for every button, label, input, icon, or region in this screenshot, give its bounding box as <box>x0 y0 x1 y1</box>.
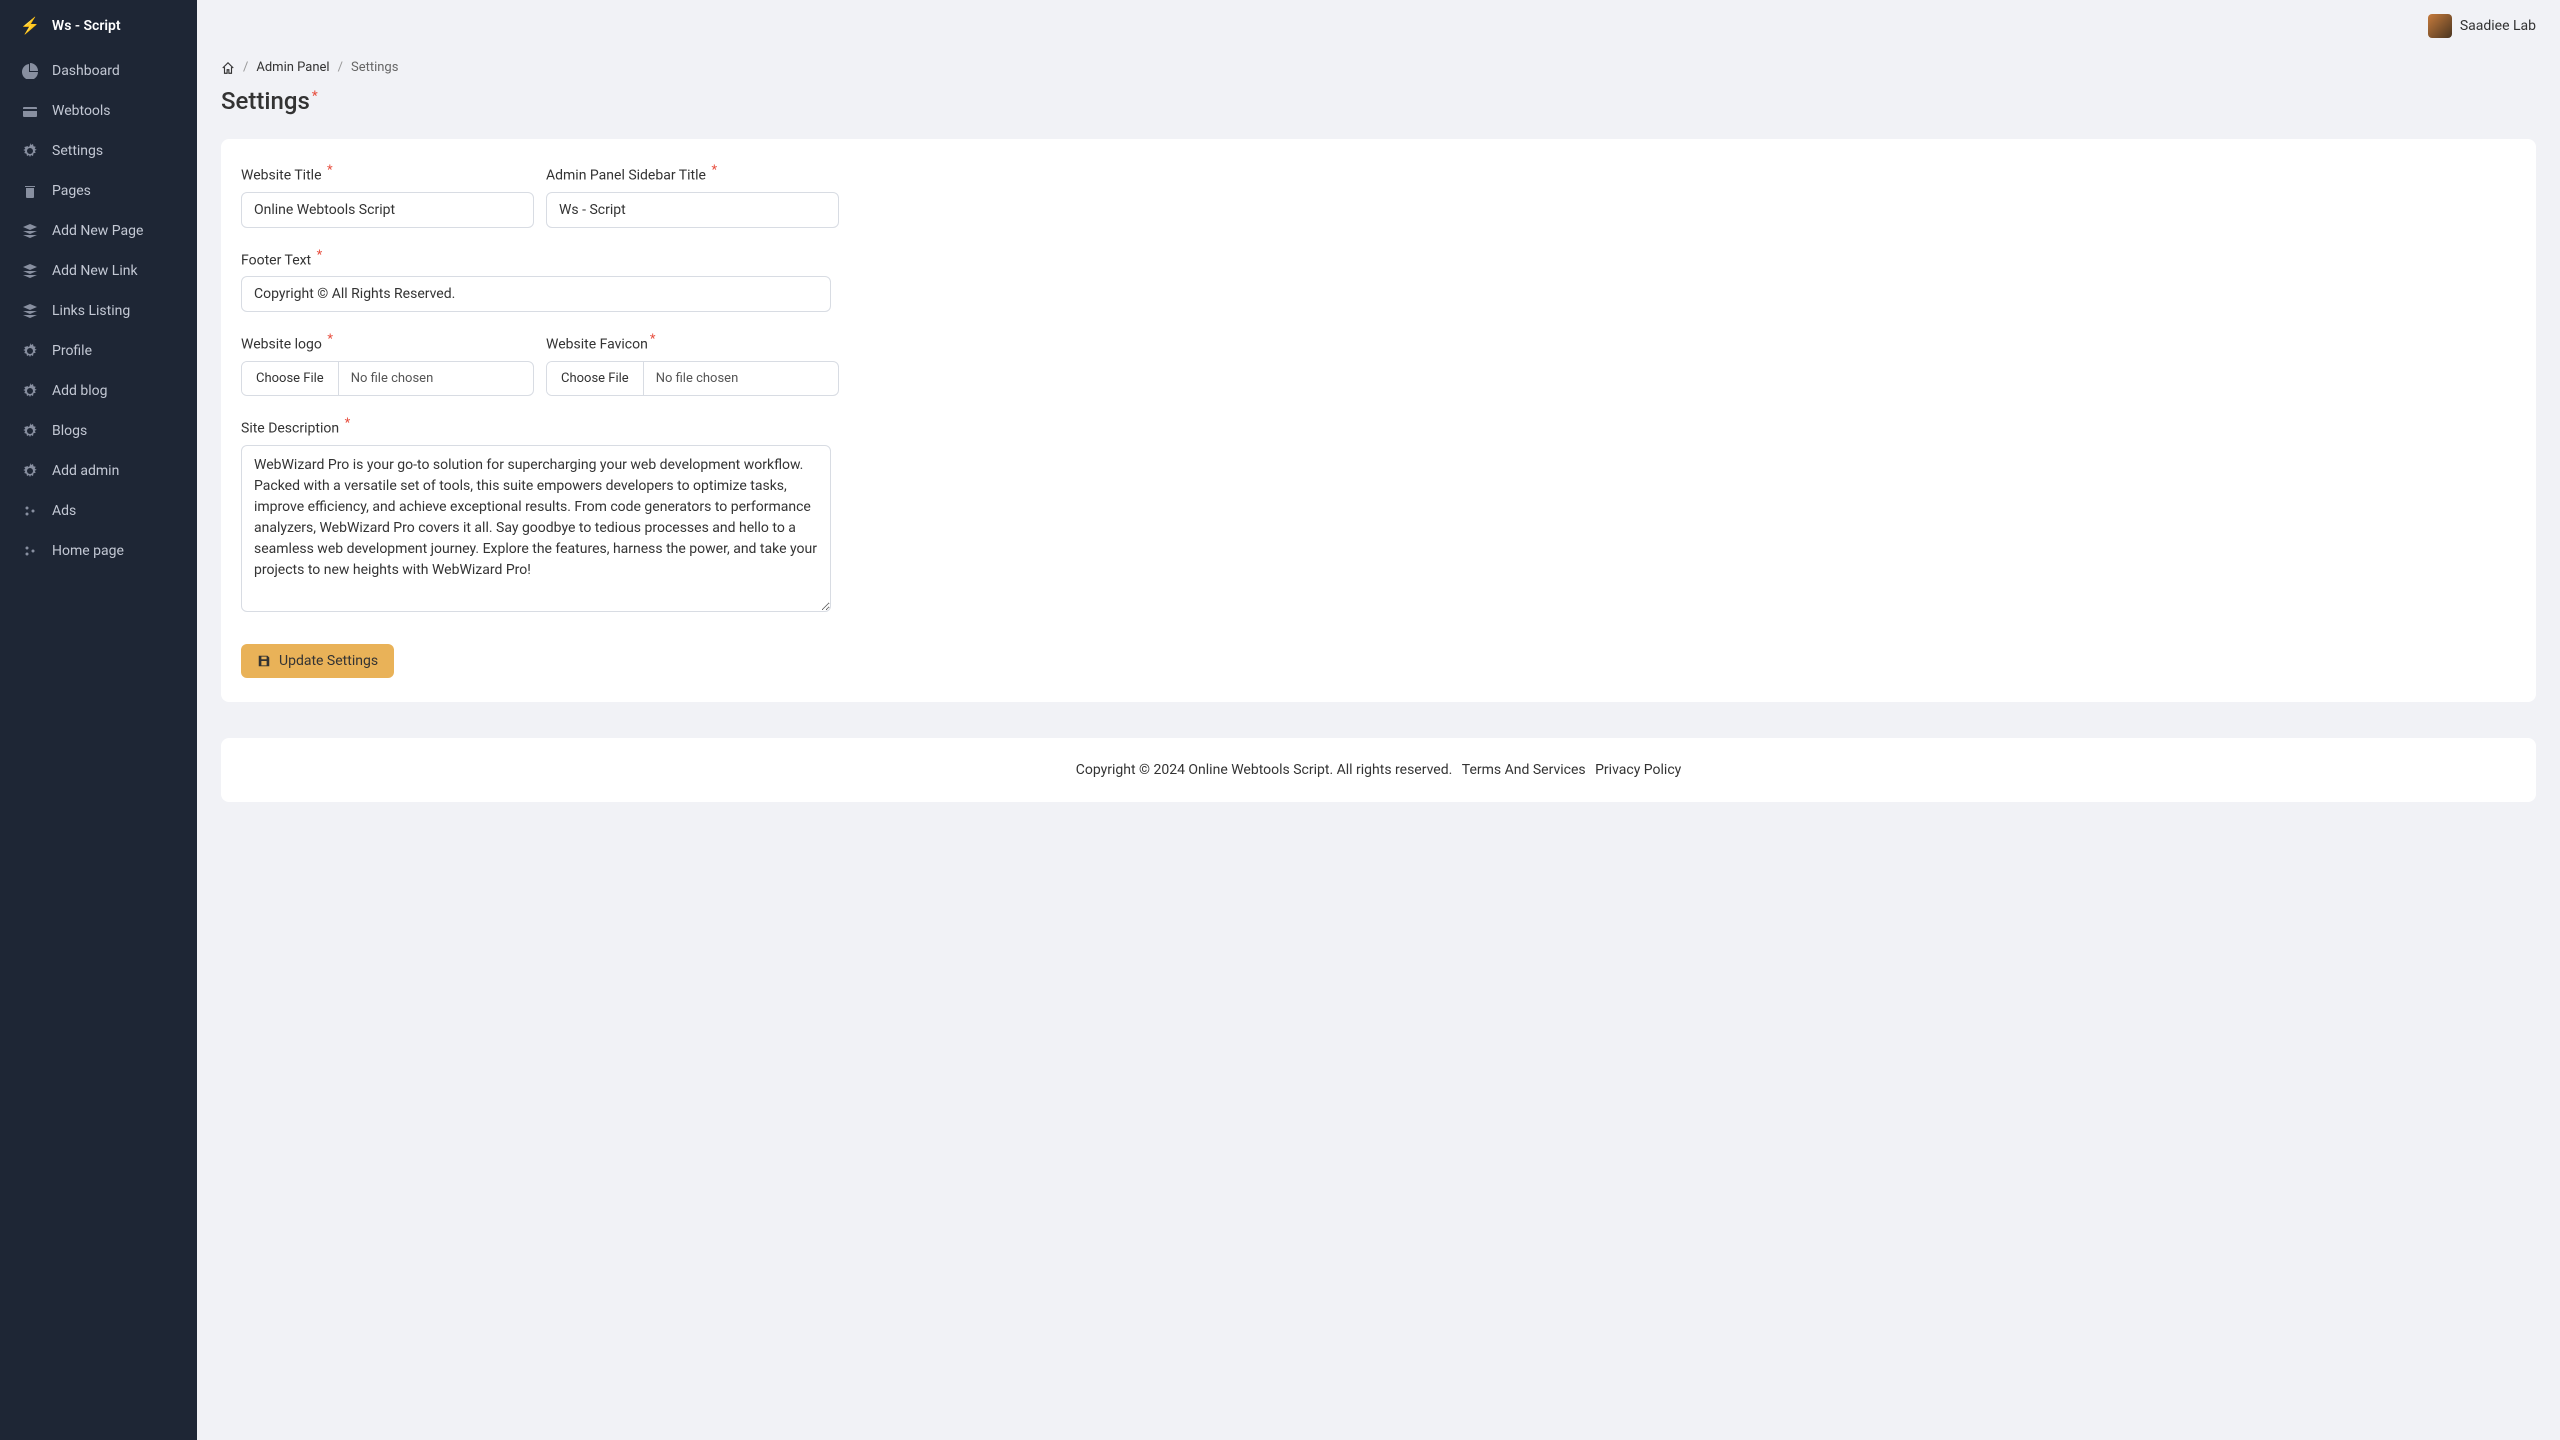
footer: Copyright © 2024 Online Webtools Script.… <box>221 738 2536 802</box>
sidebar-logo[interactable]: ⚡ Ws - Script <box>0 0 197 51</box>
breadcrumb-sep: / <box>338 60 343 75</box>
update-settings-button[interactable]: Update Settings <box>241 644 394 678</box>
topbar-user[interactable]: Saadiee Lab <box>2428 14 2536 38</box>
required-asterisk: * <box>650 332 656 347</box>
save-icon <box>257 654 271 668</box>
sidebar-item-label: Webtools <box>52 103 111 119</box>
dots-icon <box>22 503 38 519</box>
sidebar-item-add-admin[interactable]: Add admin <box>0 451 197 491</box>
dots-icon <box>22 543 38 559</box>
footer-terms-link[interactable]: Terms And Services <box>1462 762 1586 778</box>
required-asterisk: * <box>327 332 333 347</box>
layers-icon <box>22 263 38 279</box>
sidebar-nav: Dashboard Webtools Settings Pages Add Ne… <box>0 51 197 571</box>
sidebar-item-ads[interactable]: Ads <box>0 491 197 531</box>
sidebar-item-add-blog[interactable]: Add blog <box>0 371 197 411</box>
breadcrumb-current: Settings <box>351 60 398 75</box>
settings-card: Website Title * Admin Panel Sidebar Titl… <box>221 139 2536 702</box>
avatar <box>2428 14 2452 38</box>
home-icon <box>221 61 235 75</box>
website-logo-label: Website logo * <box>241 332 534 353</box>
required-asterisk: * <box>345 416 351 431</box>
website-logo-placeholder: No file chosen <box>339 362 533 395</box>
gear-icon <box>22 143 38 159</box>
website-logo-input[interactable]: Choose File No file chosen <box>241 361 534 396</box>
content: / Admin Panel / Settings Settings* Websi… <box>197 52 2560 826</box>
page-title: Settings* <box>221 87 2536 115</box>
sidebar-title-label: Admin Panel Sidebar Title * <box>546 163 839 184</box>
sidebar: ⚡ Ws - Script Dashboard Webtools Setting… <box>0 0 197 1440</box>
required-asterisk: * <box>327 163 333 178</box>
main: Saadiee Lab / Admin Panel / Settings Set… <box>197 0 2560 1440</box>
update-settings-label: Update Settings <box>279 653 378 669</box>
layers-icon <box>22 223 38 239</box>
website-favicon-label: Website Favicon* <box>546 332 839 353</box>
sidebar-item-profile[interactable]: Profile <box>0 331 197 371</box>
sidebar-item-label: Blogs <box>52 423 87 439</box>
page-title-text: Settings <box>221 87 310 115</box>
pie-chart-icon <box>22 63 38 79</box>
site-description-textarea[interactable]: WebWizard Pro is your go-to solution for… <box>241 445 831 612</box>
gear-icon <box>22 343 38 359</box>
sidebar-item-links-listing[interactable]: Links Listing <box>0 291 197 331</box>
sidebar-item-home-page[interactable]: Home page <box>0 531 197 571</box>
breadcrumb-sep: / <box>243 60 248 75</box>
card-icon <box>22 103 38 119</box>
sidebar-item-dashboard[interactable]: Dashboard <box>0 51 197 91</box>
user-name: Saadiee Lab <box>2460 18 2536 34</box>
sidebar-item-pages[interactable]: Pages <box>0 171 197 211</box>
footer-copyright: Copyright © 2024 Online Webtools Script.… <box>1076 762 1453 778</box>
sidebar-item-label: Links Listing <box>52 303 130 319</box>
sidebar-item-label: Add blog <box>52 383 108 399</box>
sidebar-item-add-new-link[interactable]: Add New Link <box>0 251 197 291</box>
sidebar-item-add-new-page[interactable]: Add New Page <box>0 211 197 251</box>
breadcrumb: / Admin Panel / Settings <box>221 52 2536 87</box>
sidebar-item-label: Add New Page <box>52 223 143 239</box>
required-asterisk: * <box>711 163 717 178</box>
website-title-input[interactable] <box>241 192 534 228</box>
footer-text-input[interactable] <box>241 276 831 312</box>
trash-icon <box>22 183 38 199</box>
website-logo-choose-button[interactable]: Choose File <box>242 362 339 395</box>
sidebar-title: Ws - Script <box>52 18 121 34</box>
gear-icon <box>22 383 38 399</box>
sidebar-item-blogs[interactable]: Blogs <box>0 411 197 451</box>
gear-icon <box>22 463 38 479</box>
sidebar-title-input[interactable] <box>546 192 839 228</box>
website-title-label: Website Title * <box>241 163 534 184</box>
sidebar-item-label: Home page <box>52 543 124 559</box>
required-asterisk: * <box>317 248 323 263</box>
layers-icon <box>22 303 38 319</box>
bolt-icon: ⚡ <box>20 16 40 35</box>
breadcrumb-admin[interactable]: Admin Panel <box>256 60 329 75</box>
website-favicon-choose-button[interactable]: Choose File <box>547 362 644 395</box>
sidebar-item-label: Pages <box>52 183 91 199</box>
gear-icon <box>22 423 38 439</box>
required-asterisk: * <box>312 89 318 104</box>
sidebar-item-settings[interactable]: Settings <box>0 131 197 171</box>
website-favicon-input[interactable]: Choose File No file chosen <box>546 361 839 396</box>
sidebar-item-webtools[interactable]: Webtools <box>0 91 197 131</box>
footer-text-label: Footer Text * <box>241 248 831 269</box>
sidebar-item-label: Add New Link <box>52 263 138 279</box>
footer-privacy-link[interactable]: Privacy Policy <box>1595 762 1681 778</box>
site-description-label: Site Description * <box>241 416 831 437</box>
topbar: Saadiee Lab <box>197 0 2560 52</box>
sidebar-item-label: Dashboard <box>52 63 120 79</box>
website-favicon-placeholder: No file chosen <box>644 362 838 395</box>
sidebar-item-label: Settings <box>52 143 103 159</box>
sidebar-item-label: Ads <box>52 503 76 519</box>
sidebar-item-label: Add admin <box>52 463 119 479</box>
sidebar-item-label: Profile <box>52 343 92 359</box>
breadcrumb-home[interactable] <box>221 61 235 75</box>
